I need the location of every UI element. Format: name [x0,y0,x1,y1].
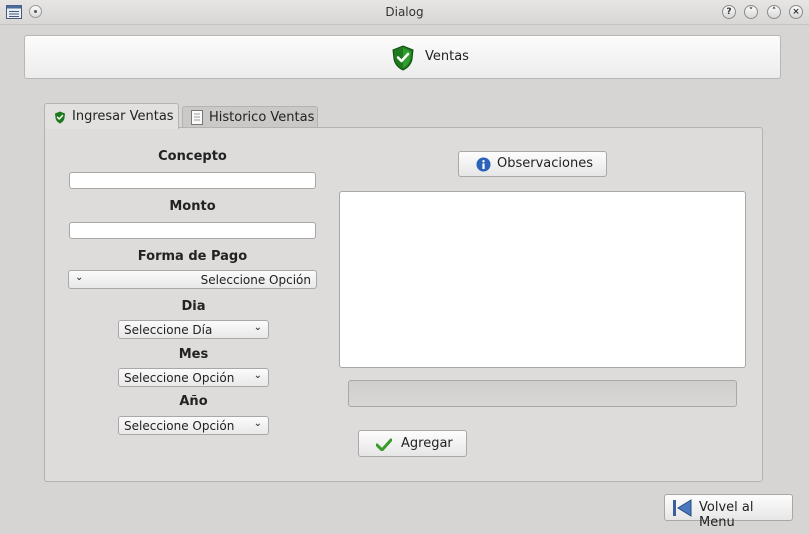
shield-check-icon [392,45,414,71]
forma-pago-label: Forma de Pago [137,249,248,264]
dia-value: Seleccione Día [124,323,213,337]
dia-label: Dia [181,299,206,314]
anio-value: Seleccione Opción [124,419,235,433]
tab-label: Ingresar Ventas [72,109,174,124]
chevron-down-icon: ⌄ [253,370,262,381]
volver-menu-button-label: Volvel al Menu [699,500,754,530]
maximize-button[interactable]: ˄ [767,5,781,19]
dia-select[interactable]: Seleccione Día ⌄ [118,320,269,339]
observaciones-button[interactable]: Observaciones [458,151,607,177]
tab-ingresar-ventas[interactable]: Ingresar Ventas [44,103,179,129]
concepto-label: Concepto [158,149,227,164]
observaciones-button-label: Observaciones [497,156,593,171]
forma-pago-select[interactable]: ⌄ Seleccione Opción [68,270,317,289]
mes-label: Mes [178,347,209,362]
chevron-down-icon: ⌄ [253,322,262,333]
chevron-down-icon: ⌄ [75,272,84,283]
header-banner: Ventas [24,35,781,79]
monto-input[interactable] [69,222,316,239]
skip-back-icon [673,499,692,517]
window-titlebar: Dialog ? ˅ ˄ × [0,0,809,25]
close-button[interactable]: × [789,5,803,19]
info-icon [476,157,491,172]
document-icon [191,110,203,125]
agregar-button-label: Agregar [401,436,453,451]
anio-label: Año [179,394,208,409]
tab-label: Historico Ventas [209,110,315,125]
agregar-button[interactable]: Agregar [358,430,467,457]
observaciones-textarea[interactable] [339,191,746,368]
concepto-input[interactable] [69,172,316,189]
monto-label: Monto [169,199,216,214]
check-icon [376,438,392,451]
minimize-button[interactable]: ˅ [744,5,758,19]
volver-menu-button[interactable]: Volvel al Menu [664,494,793,530]
tab-historico-ventas[interactable]: Historico Ventas [182,106,318,128]
anio-select[interactable]: Seleccione Opción ⌄ [118,416,269,435]
header-title: Ventas [425,49,469,64]
window-title: Dialog [385,5,424,19]
status-bar [348,380,737,407]
mes-value: Seleccione Opción [124,371,235,385]
forma-pago-value: Seleccione Opción [200,273,311,287]
shield-check-icon [55,111,65,124]
help-button[interactable]: ? [722,5,736,19]
chevron-down-icon: ⌄ [253,418,262,429]
mes-select[interactable]: Seleccione Opción ⌄ [118,368,269,387]
